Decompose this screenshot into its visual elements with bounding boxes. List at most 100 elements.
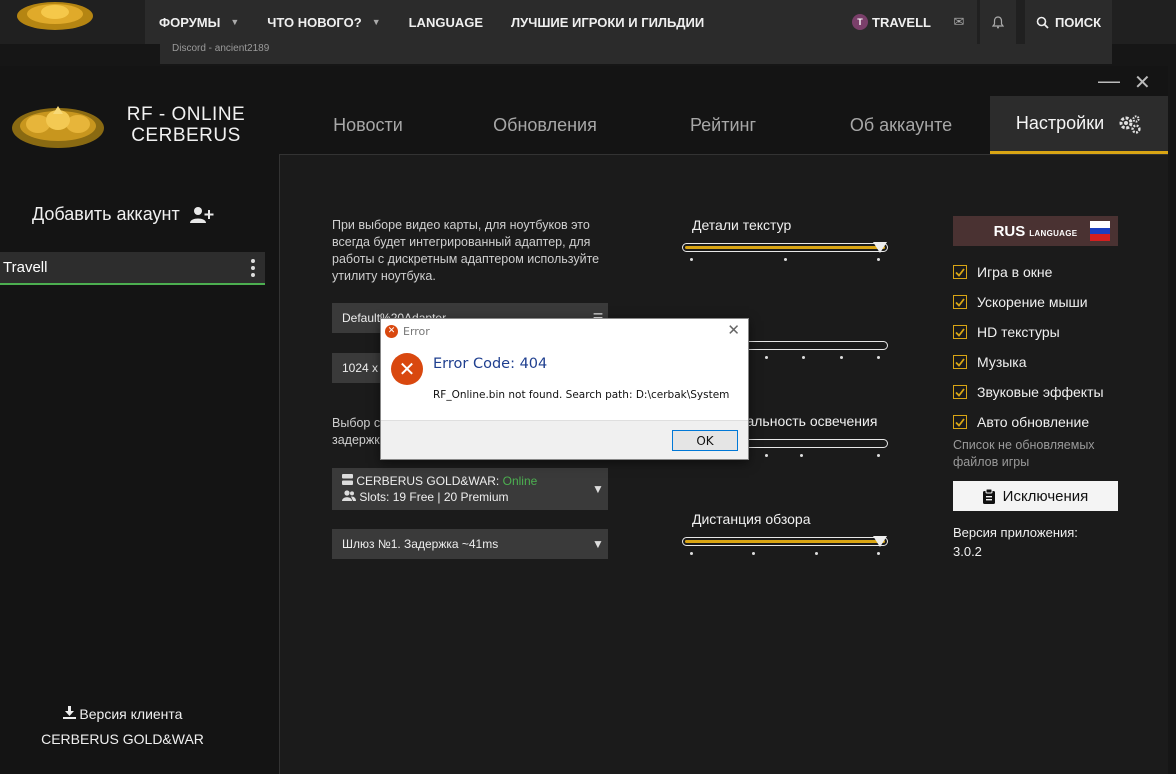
gears-icon [1119,114,1141,134]
tab-updates[interactable]: Обновления [456,96,634,154]
app-version-value: 3.0.2 [953,544,982,559]
view-distance-slider[interactable] [682,536,888,547]
language-button[interactable]: RUS LANGUAGE [953,216,1118,246]
ok-button[interactable]: OK [672,430,738,451]
checkbox-auto-update[interactable]: Авто обновление [953,407,1104,437]
slider-fill [685,246,885,249]
check-icon [955,357,965,367]
chevron-down-icon: ▼ [592,482,604,496]
avatar: T [852,14,868,30]
slider-thumb[interactable] [873,536,887,547]
check-icon [955,267,965,277]
gateway-value: Шлюз №1. Задержка ~41ms [342,537,499,551]
account-name: Travell [3,259,48,276]
error-icon: ✕ [391,353,423,385]
slider-ticks [690,552,880,556]
nav-top-players-label: ЛУЧШИЕ ИГРОКИ И ГИЛЬДИИ [511,14,705,30]
check-icon [955,387,965,397]
chevron-down-icon[interactable]: ▼ [372,17,381,27]
error-dialog: ✕ Error ✕ ✕ Error Code: 404 RF_Online.bi… [380,318,749,460]
checkbox-box[interactable] [953,325,967,339]
checkbox-hd-textures[interactable]: HD текстуры [953,317,1104,347]
app-version-label: Версия приложения: [953,525,1078,540]
language-word: LANGUAGE [1029,228,1078,238]
view-distance-label: Дистанция обзора [692,511,811,527]
checkbox-music[interactable]: Музыка [953,347,1104,377]
user-plus-icon [189,206,214,223]
close-icon[interactable]: ✕ [1134,70,1151,95]
checkbox-box[interactable] [953,385,967,399]
dialog-titlebar[interactable]: ✕ Error ✕ [381,319,748,343]
search-button[interactable]: ПОИСК [1025,0,1112,44]
check-icon [955,297,965,307]
language-code: RUS [993,222,1026,240]
tab-news[interactable]: Новости [280,96,456,154]
checkbox-label: HD текстуры [977,324,1060,340]
envelope-icon: ✉ [953,14,965,29]
video-adapter-description: При выборе видео карты, для ноутбуков эт… [332,218,600,283]
inbox-button[interactable]: ✉ [941,0,977,44]
download-icon [62,706,76,719]
launcher-brand: RF - ONLINE CERBERUS [8,98,278,156]
slider-fill [685,540,885,543]
nav-whats-new-label: ЧТО НОВОГО? [267,14,362,30]
account-item[interactable]: Travell [0,252,265,285]
checkbox-windowed[interactable]: Игра в окне [953,257,1104,287]
cerberus-logo [12,106,104,148]
checkbox-box[interactable] [953,265,967,279]
tab-rating[interactable]: Рейтинг [634,96,812,154]
close-icon[interactable]: ✕ [727,321,740,339]
client-version-label: Версия клиента [79,706,183,722]
checkbox-box[interactable] [953,355,967,369]
user-menu[interactable]: T TRAVELL [845,0,938,44]
add-account-button[interactable]: Добавить аккаунт [32,204,214,225]
texture-detail-slider[interactable] [682,242,888,253]
server-select[interactable]: CERBERUS GOLD&WAR: Online Slots: 19 Free… [332,468,608,510]
nav-top-players[interactable]: ЛУЧШИЕ ИГРОКИ И ГИЛЬДИИ [497,7,718,37]
nav-forums-label: ФОРУМЫ [159,14,221,30]
clipboard-icon [982,488,995,504]
texture-detail-label: Детали текстур [692,217,792,233]
checkbox-label: Авто обновление [977,414,1090,430]
server-name: CERBERUS GOLD&WAR: [356,474,500,488]
checkbox-mouse-accel[interactable]: Ускорение мыши [953,287,1104,317]
nav-forums[interactable]: ФОРУМЫ ▼ [145,7,253,37]
launcher-title: RF - ONLINE CERBERUS [126,104,246,146]
forum-top-bar: ФОРУМЫ ▼ ЧТО НОВОГО? ▼ LANGUAGE ЛУЧШИЕ И… [0,0,1176,64]
chevron-down-icon[interactable]: ▼ [230,17,239,27]
alerts-button[interactable] [980,0,1016,44]
client-version: Версия клиента CERBERUS GOLD&WAR [0,702,245,752]
dialog-body: ✕ Error Code: 404 RF_Online.bin not foun… [381,343,748,420]
tab-account[interactable]: Об аккаунте [812,96,990,154]
username: TRAVELL [872,14,931,30]
checkbox-label: Музыка [977,354,1027,370]
tab-settings-label: Настройки [1015,113,1105,133]
lighting-label-text: Дальность освечения [737,413,878,429]
search-label: ПОИСК [1054,14,1102,30]
checkbox-box[interactable] [953,295,967,309]
chevron-down-icon: ▼ [592,537,604,551]
check-icon [955,327,965,337]
dialog-title: Error [403,324,430,338]
checkbox-sound-fx[interactable]: Звуковые эффекты [953,377,1104,407]
russia-flag-icon [1090,221,1110,241]
users-icon [342,490,356,501]
launcher-title-line1: RF - ONLINE [126,104,246,125]
more-options-icon[interactable] [251,259,255,277]
nav-language[interactable]: LANGUAGE [395,7,497,37]
slider-ticks [690,258,880,262]
server-line: CERBERUS GOLD&WAR: Online [342,473,537,489]
server-status: Online [502,474,538,488]
minimize-icon[interactable]: — [1098,68,1120,94]
forum-logo[interactable] [10,0,100,38]
gateway-select[interactable]: Шлюз №1. Задержка ~41ms ▼ [332,529,608,559]
nav-language-label: LANGUAGE [408,14,483,30]
error-message: RF_Online.bin not found. Search path: D:… [433,389,730,401]
exclusions-button[interactable]: Исключения [953,481,1118,511]
slider-thumb[interactable] [873,242,887,253]
checkbox-box[interactable] [953,415,967,429]
nav-whats-new[interactable]: ЧТО НОВОГО? ▼ [253,7,394,37]
error-heading: Error Code: 404 [433,356,548,372]
tab-settings[interactable]: Настройки [990,96,1168,154]
client-version-value: CERBERUS GOLD&WAR [41,731,204,747]
